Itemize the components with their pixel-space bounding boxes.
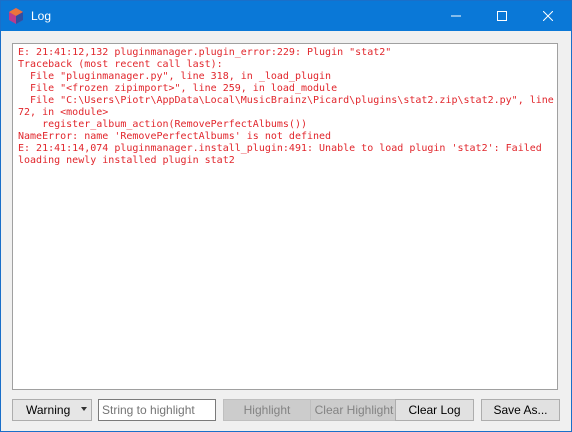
window-title: Log <box>31 9 52 23</box>
close-icon <box>543 11 553 21</box>
log-line: E: 21:41:12,132 pluginmanager.plugin_err… <box>18 47 392 58</box>
highlight-input[interactable] <box>98 399 216 421</box>
log-level-select[interactable]: Warning <box>12 399 92 421</box>
log-line: Traceback (most recent call last): <box>18 59 223 70</box>
chevron-down-icon <box>81 407 87 411</box>
bottom-toolbar: Warning Highlight Clear Highlight Clear … <box>12 399 560 421</box>
log-line: loading newly installed plugin stat2 <box>18 155 235 166</box>
log-line: register_album_action(RemovePerfectAlbum… <box>18 119 307 130</box>
log-line: File "C:\Users\Piotr\AppData\Local\Music… <box>18 95 554 106</box>
title-bar[interactable]: Log <box>1 1 571 31</box>
log-level-value: Warning <box>26 403 71 417</box>
close-button[interactable] <box>525 1 571 31</box>
maximize-icon <box>497 11 507 21</box>
highlight-button[interactable]: Highlight <box>223 399 311 421</box>
log-line: 72, in <module> <box>18 107 109 118</box>
log-line: NameError: name 'RemovePerfectAlbums' is… <box>18 131 332 142</box>
minimize-icon <box>451 15 461 17</box>
save-as-button[interactable]: Save As... <box>481 399 560 421</box>
maximize-button[interactable] <box>479 1 525 31</box>
log-text-area[interactable]: E: 21:41:12,132 pluginmanager.plugin_err… <box>12 43 558 390</box>
log-window: Log E: 21:41:12,132 pluginmanager.plugin… <box>0 0 572 432</box>
minimize-button[interactable] <box>433 1 479 31</box>
clear-log-button[interactable]: Clear Log <box>395 399 474 421</box>
log-line: File "pluginmanager.py", line 318, in _l… <box>18 71 332 82</box>
clear-highlight-button[interactable]: Clear Highlight <box>310 399 398 421</box>
log-line: E: 21:41:14,074 pluginmanager.install_pl… <box>18 143 542 154</box>
log-line: File "<frozen zipimport>", line 259, in … <box>18 83 338 94</box>
picard-app-icon <box>1 1 31 31</box>
